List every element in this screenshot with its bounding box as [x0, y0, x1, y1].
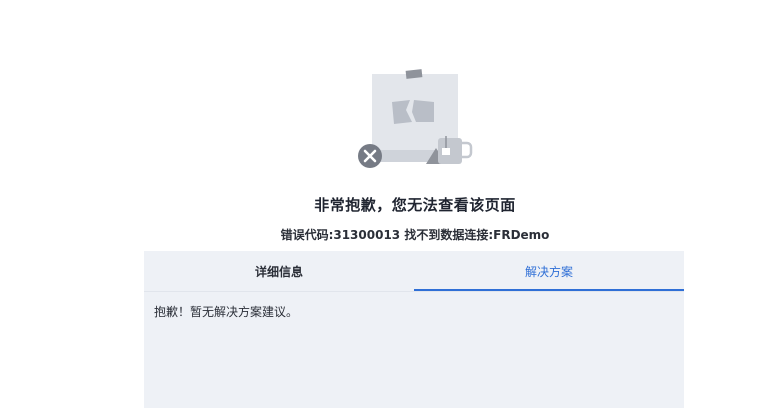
tab-bar: 详细信息 解决方案	[144, 251, 684, 292]
tab-details[interactable]: 详细信息	[144, 251, 414, 291]
solution-text: 抱歉！暂无解决方案建议。	[154, 305, 299, 319]
coffee-cup-icon	[438, 136, 473, 164]
torn-piece-right	[412, 100, 434, 122]
close-icon	[358, 144, 382, 168]
error-detail: 错误代码:31300013 找不到数据连接:FRDemo	[280, 228, 550, 242]
tab-divider	[144, 291, 684, 292]
info-panel: 详细信息 解决方案 抱歉！暂无解决方案建议。	[144, 251, 684, 408]
tape-shape	[405, 69, 423, 79]
tab-solution[interactable]: 解决方案	[414, 251, 684, 291]
error-title: 非常抱歉，您无法查看该页面	[314, 196, 516, 214]
error-page: 非常抱歉，您无法查看该页面 错误代码:31300013 找不到数据连接:FRDe…	[0, 0, 760, 408]
broken-document-illustration	[358, 69, 473, 168]
